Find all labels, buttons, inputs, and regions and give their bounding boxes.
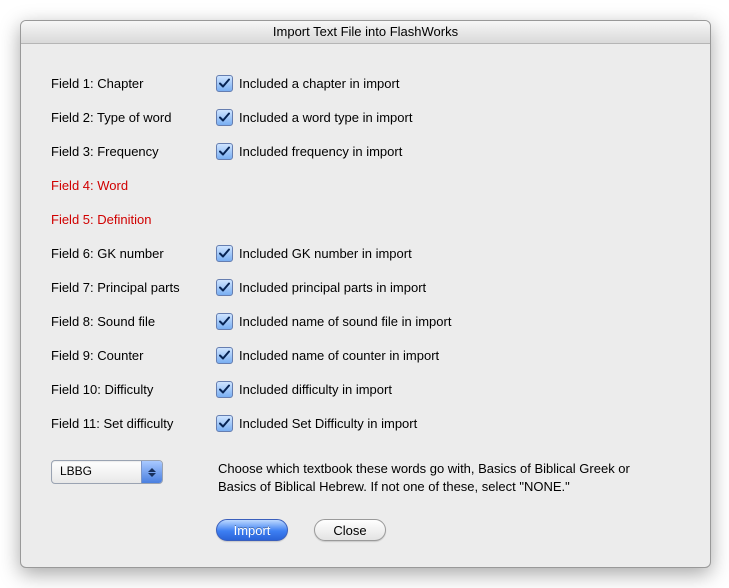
field-label: Field 10: Difficulty	[51, 382, 216, 397]
field-label: Field 5: Definition	[51, 212, 216, 227]
checkbox-label: Included name of counter in import	[239, 348, 439, 363]
close-button[interactable]: Close	[314, 519, 386, 541]
content-area: Field 1: Chapter Included a chapter in im…	[21, 44, 710, 567]
checkbox-label: Included a chapter in import	[239, 76, 399, 91]
include-checkbox[interactable]	[216, 381, 233, 398]
window-title: Import Text File into FlashWorks	[21, 21, 710, 44]
field-label: Field 7: Principal parts	[51, 280, 216, 295]
select-arrows-icon	[141, 461, 162, 483]
field-row: Field 11: Set difficulty Included Set Dif…	[51, 406, 680, 440]
field-row: Field 3: Frequency Included frequency in …	[51, 134, 680, 168]
field-label: Field 6: GK number	[51, 246, 216, 261]
field-label: Field 9: Counter	[51, 348, 216, 363]
checkbox-label: Included GK number in import	[239, 246, 412, 261]
include-checkbox[interactable]	[216, 415, 233, 432]
include-checkbox[interactable]	[216, 109, 233, 126]
field-row: Field 4: Word	[51, 168, 680, 202]
checkbox-group: Included a chapter in import	[216, 75, 399, 92]
checkbox-group: Included frequency in import	[216, 143, 402, 160]
field-label: Field 3: Frequency	[51, 144, 216, 159]
checkbox-group: Included difficulty in import	[216, 381, 392, 398]
textbook-select[interactable]: LBBG	[51, 460, 163, 484]
checkbox-group: Included a word type in import	[216, 109, 412, 126]
include-checkbox[interactable]	[216, 143, 233, 160]
checkbox-group: Included Set Difficulty in import	[216, 415, 417, 432]
field-row: Field 6: GK number Included GK number in …	[51, 236, 680, 270]
import-dialog: Import Text File into FlashWorks Field 1…	[20, 20, 711, 568]
field-row: Field 7: Principal parts Included princip…	[51, 270, 680, 304]
field-row: Field 1: Chapter Included a chapter in im…	[51, 66, 680, 100]
checkbox-label: Included Set Difficulty in import	[239, 416, 417, 431]
field-label: Field 1: Chapter	[51, 76, 216, 91]
textbook-select-value: LBBG	[52, 461, 141, 483]
checkbox-label: Included name of sound file in import	[239, 314, 451, 329]
include-checkbox[interactable]	[216, 313, 233, 330]
include-checkbox[interactable]	[216, 75, 233, 92]
checkbox-group: Included GK number in import	[216, 245, 412, 262]
field-row: Field 2: Type of word Included a word typ…	[51, 100, 680, 134]
checkbox-label: Included a word type in import	[239, 110, 412, 125]
checkbox-group: Included principal parts in import	[216, 279, 426, 296]
include-checkbox[interactable]	[216, 245, 233, 262]
field-label: Field 2: Type of word	[51, 110, 216, 125]
checkbox-label: Included difficulty in import	[239, 382, 392, 397]
field-label: Field 4: Word	[51, 178, 216, 193]
help-text: Choose which textbook these words go wit…	[218, 460, 658, 495]
field-label: Field 11: Set difficulty	[51, 416, 216, 431]
field-row: Field 9: Counter Included name of counter…	[51, 338, 680, 372]
field-row: Field 5: Definition	[51, 202, 680, 236]
checkbox-label: Included principal parts in import	[239, 280, 426, 295]
checkbox-group: Included name of counter in import	[216, 347, 439, 364]
include-checkbox[interactable]	[216, 347, 233, 364]
import-button[interactable]: Import	[216, 519, 288, 541]
checkbox-group: Included name of sound file in import	[216, 313, 451, 330]
checkbox-label: Included frequency in import	[239, 144, 402, 159]
field-row: Field 10: Difficulty Included difficulty …	[51, 372, 680, 406]
field-row: Field 8: Sound file Included name of soun…	[51, 304, 680, 338]
field-label: Field 8: Sound file	[51, 314, 216, 329]
include-checkbox[interactable]	[216, 279, 233, 296]
